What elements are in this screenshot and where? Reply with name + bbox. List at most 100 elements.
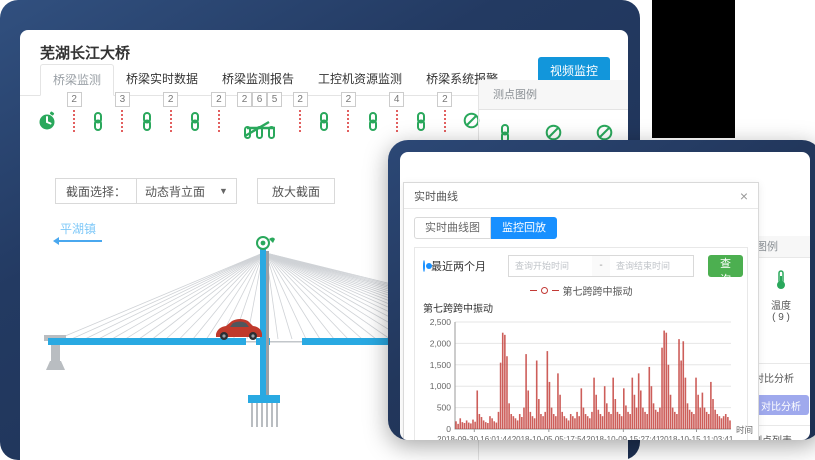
tab-工控机资源监测[interactable]: 工控机资源监测 — [306, 64, 414, 95]
chart-bar — [672, 408, 674, 429]
chart-bar — [640, 390, 642, 429]
sensor-gauge[interactable] — [38, 92, 56, 144]
chart-bar — [727, 417, 729, 429]
sensor-point[interactable]: 2 — [163, 92, 178, 144]
sensor-point[interactable]: 3 — [115, 92, 130, 144]
chart-bar — [570, 414, 572, 429]
section-select[interactable]: 动态背立面 ▼ — [137, 183, 236, 200]
chart-bar — [716, 414, 718, 429]
section-select-label: 截面选择： — [56, 179, 137, 203]
sensor-point[interactable]: 2 — [341, 92, 356, 144]
car-icon — [216, 319, 262, 340]
chart-bar — [496, 423, 498, 429]
recent-two-months-radio[interactable] — [423, 260, 425, 272]
sensor-point[interactable]: 4 — [389, 92, 404, 144]
chart-bar — [544, 412, 546, 429]
chart-bar — [642, 408, 644, 429]
sensor-multi-link[interactable]: 265 — [237, 92, 282, 144]
chart-bar — [489, 416, 491, 429]
query-panel: 最近两个月 - 查询 第七跨跨中振动 第七跨 — [414, 247, 748, 440]
section-bar: 截面选择： 动态背立面 ▼ 放大截面 — [55, 178, 335, 204]
chart-bar — [604, 386, 606, 429]
chart-bar — [697, 395, 699, 429]
query-button[interactable]: 查询 — [708, 255, 743, 277]
dialog-tab-监控回放[interactable]: 监控回放 — [491, 217, 557, 239]
chart-bar — [608, 412, 610, 429]
chart-bar — [661, 348, 663, 429]
chart-bar — [578, 416, 580, 429]
background-block — [652, 0, 735, 138]
query-end-input[interactable] — [610, 255, 694, 277]
svg-text:2,000: 2,000 — [430, 338, 452, 348]
chart-bar — [500, 363, 502, 429]
chart-bar — [712, 399, 714, 429]
chart-bar — [470, 423, 472, 429]
chart-bar — [493, 421, 495, 429]
chart-legend[interactable]: 第七跨跨中振动 — [423, 283, 739, 298]
sensor-link[interactable] — [367, 92, 379, 144]
popup-window-content: 图例 温度 ( 9 ) 对比分析 对比分析 测点列表 实时曲线 × — [400, 152, 810, 440]
chart-bar — [702, 393, 704, 429]
sensor-count-badge: 5 — [267, 92, 282, 107]
tab-桥梁监测报告[interactable]: 桥梁监测报告 — [210, 64, 306, 95]
sensor-link[interactable] — [415, 92, 427, 144]
compare-analysis-label: 对比分析 — [752, 364, 810, 385]
compare-analysis-button[interactable]: 对比分析 — [753, 395, 809, 415]
chart-bar — [502, 333, 504, 429]
sensor-link[interactable] — [141, 92, 153, 144]
svg-text:2018-10-05 05:17:54: 2018-10-05 05:17:54 — [512, 435, 587, 440]
chart-bar — [462, 422, 464, 429]
chart-bar — [725, 414, 727, 429]
sensor-link[interactable] — [189, 92, 201, 144]
chart-bar — [549, 382, 551, 429]
chart-bar — [619, 414, 621, 429]
chart-bar — [559, 395, 561, 429]
chart-bar — [623, 388, 625, 429]
sensor-dash-line — [218, 110, 220, 132]
chart-bar — [476, 390, 478, 429]
chart-bar — [663, 331, 665, 429]
tab-桥梁实时数据[interactable]: 桥梁实时数据 — [114, 64, 210, 95]
sensor-dash-line — [121, 110, 123, 132]
sensor-point[interactable]: 2 — [211, 92, 226, 144]
popup-window: 图例 温度 ( 9 ) 对比分析 对比分析 测点列表 实时曲线 × — [388, 140, 815, 440]
chart-bar — [479, 414, 481, 429]
sensor-point[interactable]: 2 — [67, 92, 82, 144]
date-range-separator: - — [592, 255, 610, 277]
chart-bar — [693, 414, 695, 429]
chart-bar — [723, 416, 725, 429]
chart-bar — [506, 356, 508, 429]
query-start-input[interactable] — [508, 255, 592, 277]
enlarge-section-button[interactable]: 放大截面 — [257, 178, 335, 204]
chart-bar — [468, 423, 470, 429]
chart-bar — [638, 373, 640, 429]
chart-bar — [653, 403, 655, 429]
sensor-count-badge: 2 — [237, 92, 252, 107]
svg-text:1,000: 1,000 — [430, 381, 452, 391]
sensor-link[interactable] — [318, 92, 330, 144]
chart-bar — [634, 395, 636, 429]
dialog-tab-实时曲线图[interactable]: 实时曲线图 — [414, 217, 491, 239]
section-select-value: 动态背立面 — [145, 183, 205, 200]
sensor-point[interactable]: 2 — [293, 92, 308, 144]
chart-bar — [572, 416, 574, 429]
sensor-point[interactable]: 2 — [437, 92, 452, 144]
sensor-dash-line — [347, 110, 349, 132]
close-icon[interactable]: × — [740, 188, 748, 204]
temperature-count: ( 9 ) — [752, 312, 810, 323]
sensor-link[interactable] — [92, 92, 104, 144]
legend-marker-line — [552, 290, 559, 291]
sensor-count-badge: 2 — [163, 92, 178, 107]
link-icon — [141, 112, 153, 136]
sensor-count-badge: 2 — [211, 92, 226, 107]
chart-bar — [583, 408, 585, 429]
chart-bar — [710, 382, 712, 429]
svg-text:500: 500 — [437, 403, 451, 413]
chart-bar — [636, 408, 638, 429]
chart-bar — [532, 416, 534, 429]
sensor-count-badge: 3 — [115, 92, 130, 107]
chart-bar — [680, 361, 682, 429]
chart-bar — [627, 412, 629, 429]
svg-text:0: 0 — [446, 424, 451, 434]
chart-bar — [525, 354, 527, 429]
